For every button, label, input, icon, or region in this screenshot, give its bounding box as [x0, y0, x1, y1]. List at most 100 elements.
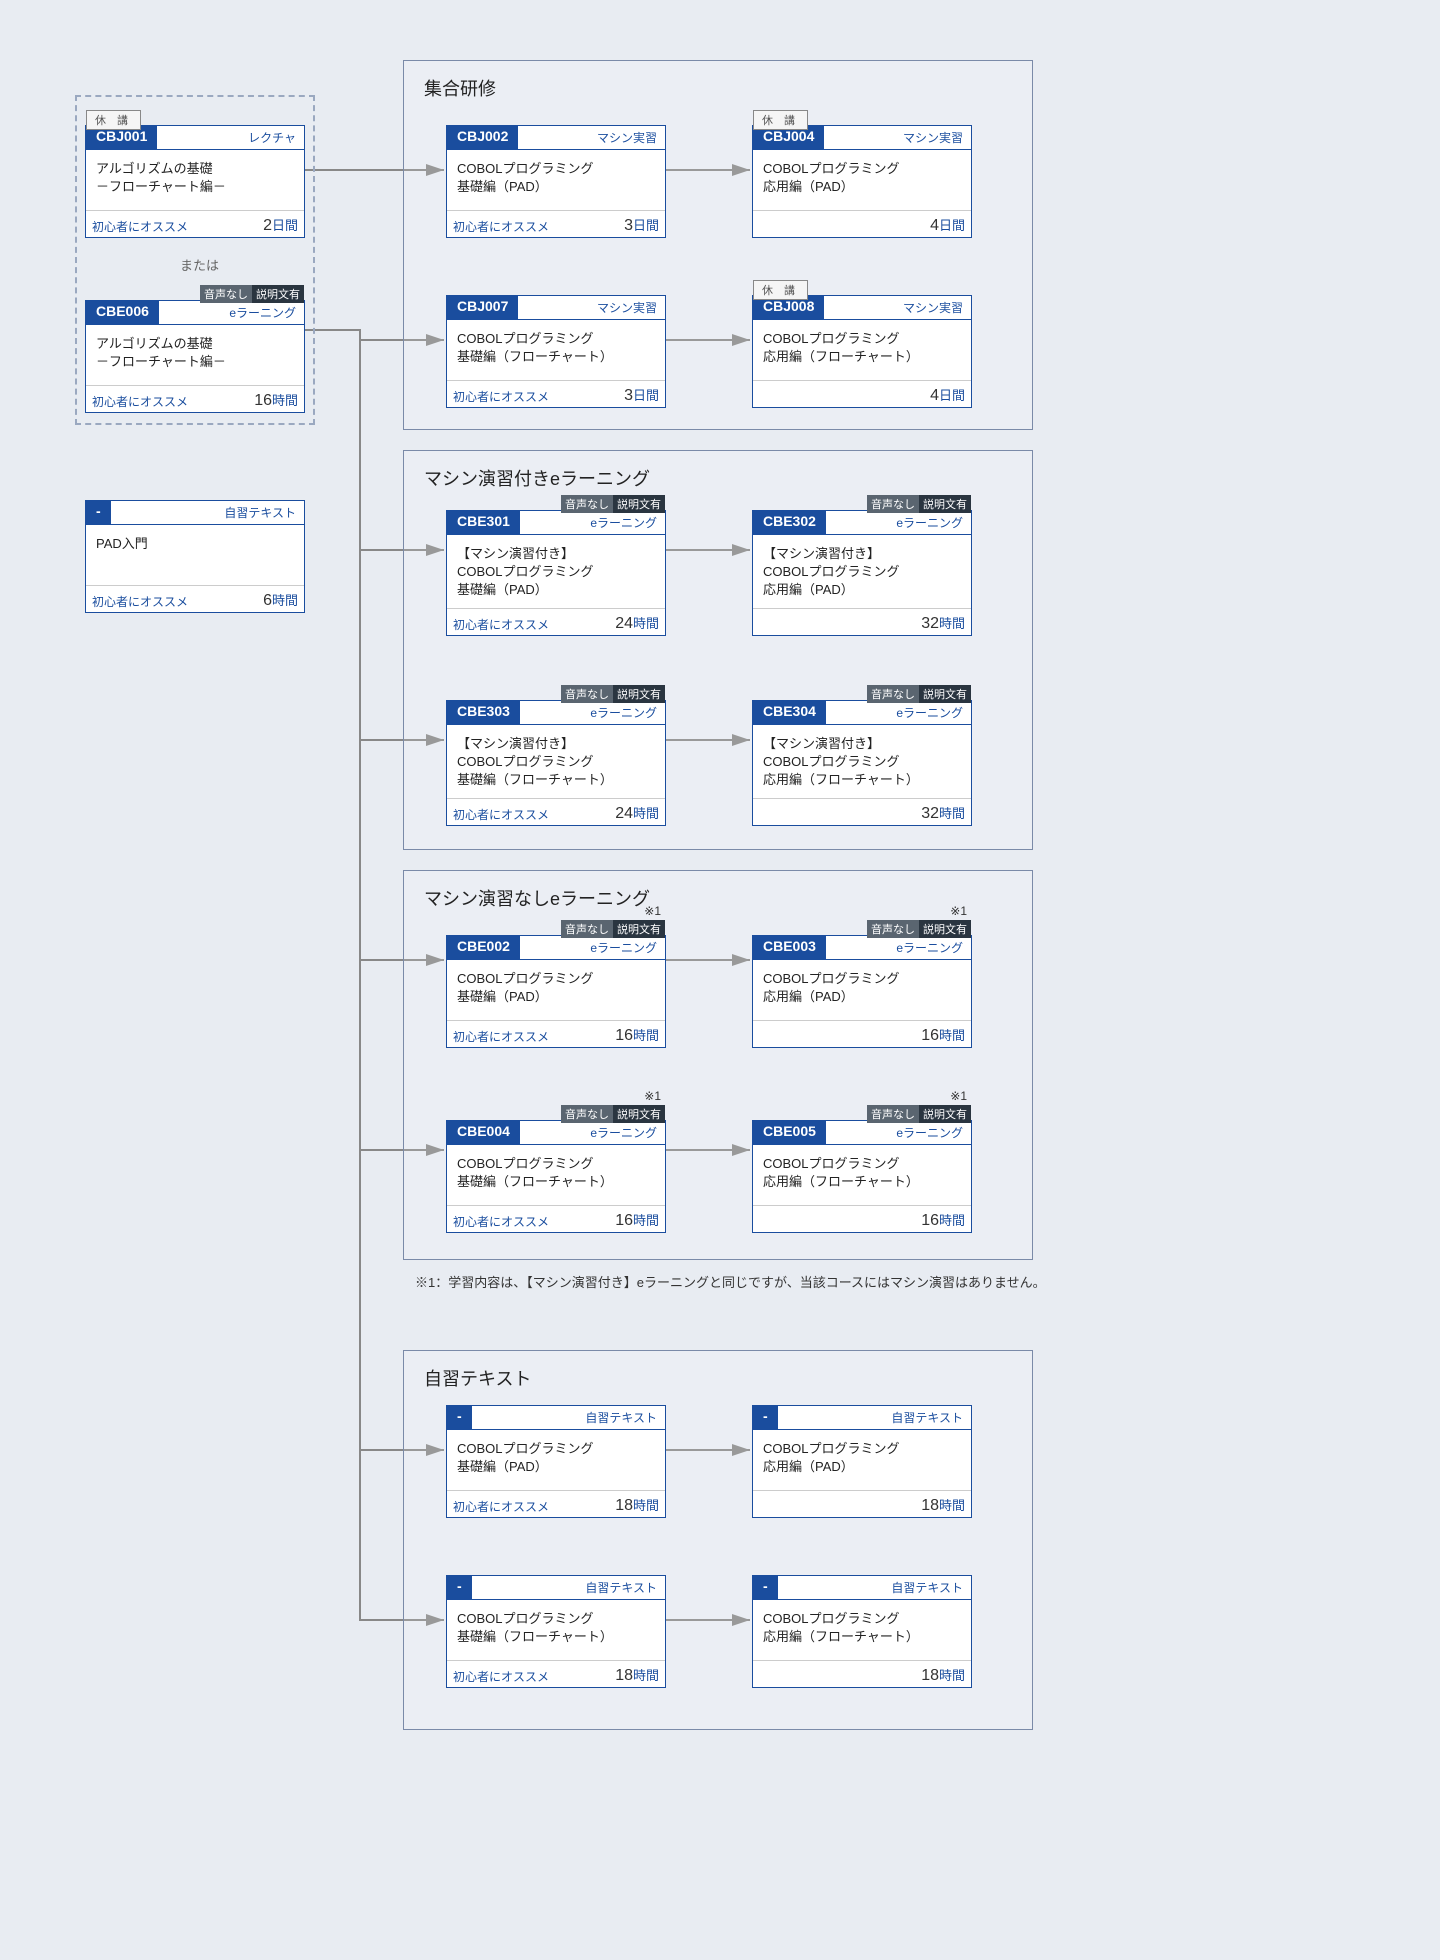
card-cbe304[interactable]: 音声なし説明文有 CBE304 eラーニング 【マシン演習付き】COBOLプログ…	[752, 700, 972, 826]
or-label: または	[180, 255, 219, 274]
card-cbj008[interactable]: 休 講 CBJ008 マシン実習 COBOLプログラミング応用編（フローチャート…	[752, 295, 972, 408]
card-cbe303[interactable]: 音声なし説明文有 CBE303 eラーニング 【マシン演習付き】COBOLプログ…	[446, 700, 666, 826]
card-selfstudy-basic-flow[interactable]: - 自習テキスト COBOLプログラミング基礎編（フローチャート） 初心者にオス…	[446, 1575, 666, 1688]
card-cbe003[interactable]: ※1 音声なし説明文有 CBE003 eラーニング COBOLプログラミング応用…	[752, 935, 972, 1048]
ribbon-audio: 音声なし説明文有	[867, 495, 971, 513]
course-duration: 3日間	[624, 215, 659, 235]
course-code: CBE003	[753, 936, 826, 960]
course-duration: 3日間	[624, 385, 659, 405]
ribbon-audio: 音声なし説明文有	[561, 1105, 665, 1123]
course-code: -	[753, 1576, 778, 1600]
card-cbj002[interactable]: CBJ002 マシン実習 COBOLプログラミング基礎編（PAD） 初心者にオス…	[446, 125, 666, 238]
card-selfstudy-basic-pad[interactable]: - 自習テキスト COBOLプログラミング基礎編（PAD） 初心者にオススメ 1…	[446, 1405, 666, 1518]
course-type: eラーニング	[826, 936, 971, 960]
card-pad[interactable]: - 自習テキスト PAD入門 初心者にオススメ 6時間	[85, 500, 305, 613]
course-type: マシン実習	[824, 126, 971, 150]
course-title: COBOLプログラミング応用編（PAD）	[753, 150, 971, 210]
recommend-badge: 初心者にオススメ	[92, 393, 188, 410]
course-type: eラーニング	[520, 701, 665, 725]
course-type: eラーニング	[826, 511, 971, 535]
course-title: COBOLプログラミング応用編（フローチャート）	[753, 320, 971, 380]
course-code: CBJ007	[447, 296, 518, 320]
course-type: 自習テキスト	[472, 1406, 665, 1430]
ribbon-audio: 音声なし説明文有	[200, 285, 304, 303]
course-duration: 16時間	[615, 1210, 659, 1230]
course-duration: 16時間	[254, 390, 298, 410]
ribbon-audio: 音声なし説明文有	[561, 920, 665, 938]
course-type: eラーニング	[520, 511, 665, 535]
course-code: -	[447, 1576, 472, 1600]
course-duration: 32時間	[921, 803, 965, 823]
course-code: CBE304	[753, 701, 826, 725]
course-duration: 32時間	[921, 613, 965, 633]
ribbon-cancelled: 休 講	[86, 110, 141, 130]
course-duration: 6時間	[263, 590, 298, 610]
recommend-badge: 初心者にオススメ	[453, 616, 549, 633]
section-title: マシン演習なしeラーニング	[424, 885, 1012, 911]
course-code: -	[86, 501, 111, 525]
course-code: -	[447, 1406, 472, 1430]
ribbon-cancelled: 休 講	[753, 280, 808, 300]
course-type: 自習テキスト	[472, 1576, 665, 1600]
course-duration: 18時間	[921, 1665, 965, 1685]
course-code: CBE302	[753, 511, 826, 535]
asterisk-note: ※1	[950, 1089, 967, 1103]
course-type: マシン実習	[518, 126, 665, 150]
recommend-badge: 初心者にオススメ	[453, 1668, 549, 1685]
card-cbe002[interactable]: ※1 音声なし説明文有 CBE002 eラーニング COBOLプログラミング基礎…	[446, 935, 666, 1048]
card-cbj001[interactable]: 休 講 CBJ001 レクチャ アルゴリズムの基礎－フローチャート編－ 初心者に…	[85, 125, 305, 238]
ribbon-audio: 音声なし説明文有	[867, 1105, 971, 1123]
course-type: eラーニング	[826, 701, 971, 725]
course-title: COBOLプログラミング基礎編（フローチャート）	[447, 1600, 665, 1660]
card-cbj004[interactable]: 休 講 CBJ004 マシン実習 COBOLプログラミング応用編（PAD） 4日…	[752, 125, 972, 238]
course-duration: 4日間	[930, 215, 965, 235]
asterisk-note: ※1	[950, 904, 967, 918]
course-title: COBOLプログラミング基礎編（フローチャート）	[447, 320, 665, 380]
course-duration: 16時間	[921, 1025, 965, 1045]
course-type: 自習テキスト	[111, 501, 304, 525]
course-type: マシン実習	[518, 296, 665, 320]
note-ast1: ※1：学習内容は、【マシン演習付き】eラーニングと同じですが、当該コースにはマシ…	[415, 1272, 1046, 1291]
card-cbe006[interactable]: 音声なし説明文有 CBE006 eラーニング アルゴリズムの基礎－フローチャート…	[85, 300, 305, 413]
course-code: CBE303	[447, 701, 520, 725]
course-type: マシン実習	[824, 296, 971, 320]
ribbon-audio: 音声なし説明文有	[561, 495, 665, 513]
course-type: レクチャ	[157, 126, 304, 150]
ribbon-audio: 音声なし説明文有	[561, 685, 665, 703]
course-duration: 16時間	[615, 1025, 659, 1045]
card-cbe302[interactable]: 音声なし説明文有 CBE302 eラーニング 【マシン演習付き】COBOLプログ…	[752, 510, 972, 636]
card-cbe301[interactable]: 音声なし説明文有 CBE301 eラーニング 【マシン演習付き】COBOLプログ…	[446, 510, 666, 636]
card-cbe004[interactable]: ※1 音声なし説明文有 CBE004 eラーニング COBOLプログラミング基礎…	[446, 1120, 666, 1233]
course-title: アルゴリズムの基礎－フローチャート編－	[86, 325, 304, 385]
course-type: eラーニング	[520, 936, 665, 960]
section-title: 集合研修	[424, 75, 1012, 101]
course-duration: 24時間	[615, 613, 659, 633]
course-duration: 24時間	[615, 803, 659, 823]
course-code: CBE004	[447, 1121, 520, 1145]
recommend-badge: 初心者にオススメ	[453, 1498, 549, 1515]
ribbon-cancelled: 休 講	[753, 110, 808, 130]
course-type: eラーニング	[826, 1121, 971, 1145]
card-selfstudy-adv-pad[interactable]: - 自習テキスト COBOLプログラミング応用編（PAD） 18時間	[752, 1405, 972, 1518]
recommend-badge: 初心者にオススメ	[92, 593, 188, 610]
course-type: 自習テキスト	[778, 1576, 971, 1600]
course-type: eラーニング	[520, 1121, 665, 1145]
ribbon-audio: 音声なし説明文有	[867, 920, 971, 938]
course-code: CBE301	[447, 511, 520, 535]
course-duration: 18時間	[921, 1495, 965, 1515]
card-cbj007[interactable]: CBJ007 マシン実習 COBOLプログラミング基礎編（フローチャート） 初心…	[446, 295, 666, 408]
asterisk-note: ※1	[644, 1089, 661, 1103]
course-title: COBOLプログラミング応用編（フローチャート）	[753, 1600, 971, 1660]
course-code: CBE006	[86, 301, 159, 325]
card-selfstudy-adv-flow[interactable]: - 自習テキスト COBOLプログラミング応用編（フローチャート） 18時間	[752, 1575, 972, 1688]
course-title: COBOLプログラミング応用編（PAD）	[753, 960, 971, 1020]
course-title: COBOLプログラミング基礎編（PAD）	[447, 960, 665, 1020]
course-duration: 16時間	[921, 1210, 965, 1230]
recommend-badge: 初心者にオススメ	[453, 1213, 549, 1230]
card-cbe005[interactable]: ※1 音声なし説明文有 CBE005 eラーニング COBOLプログラミング応用…	[752, 1120, 972, 1233]
course-title: COBOLプログラミング応用編（PAD）	[753, 1430, 971, 1490]
course-code: CBE005	[753, 1121, 826, 1145]
course-title: COBOLプログラミング基礎編（フローチャート）	[447, 1145, 665, 1205]
course-title: COBOLプログラミング基礎編（PAD）	[447, 150, 665, 210]
course-code: CBE002	[447, 936, 520, 960]
